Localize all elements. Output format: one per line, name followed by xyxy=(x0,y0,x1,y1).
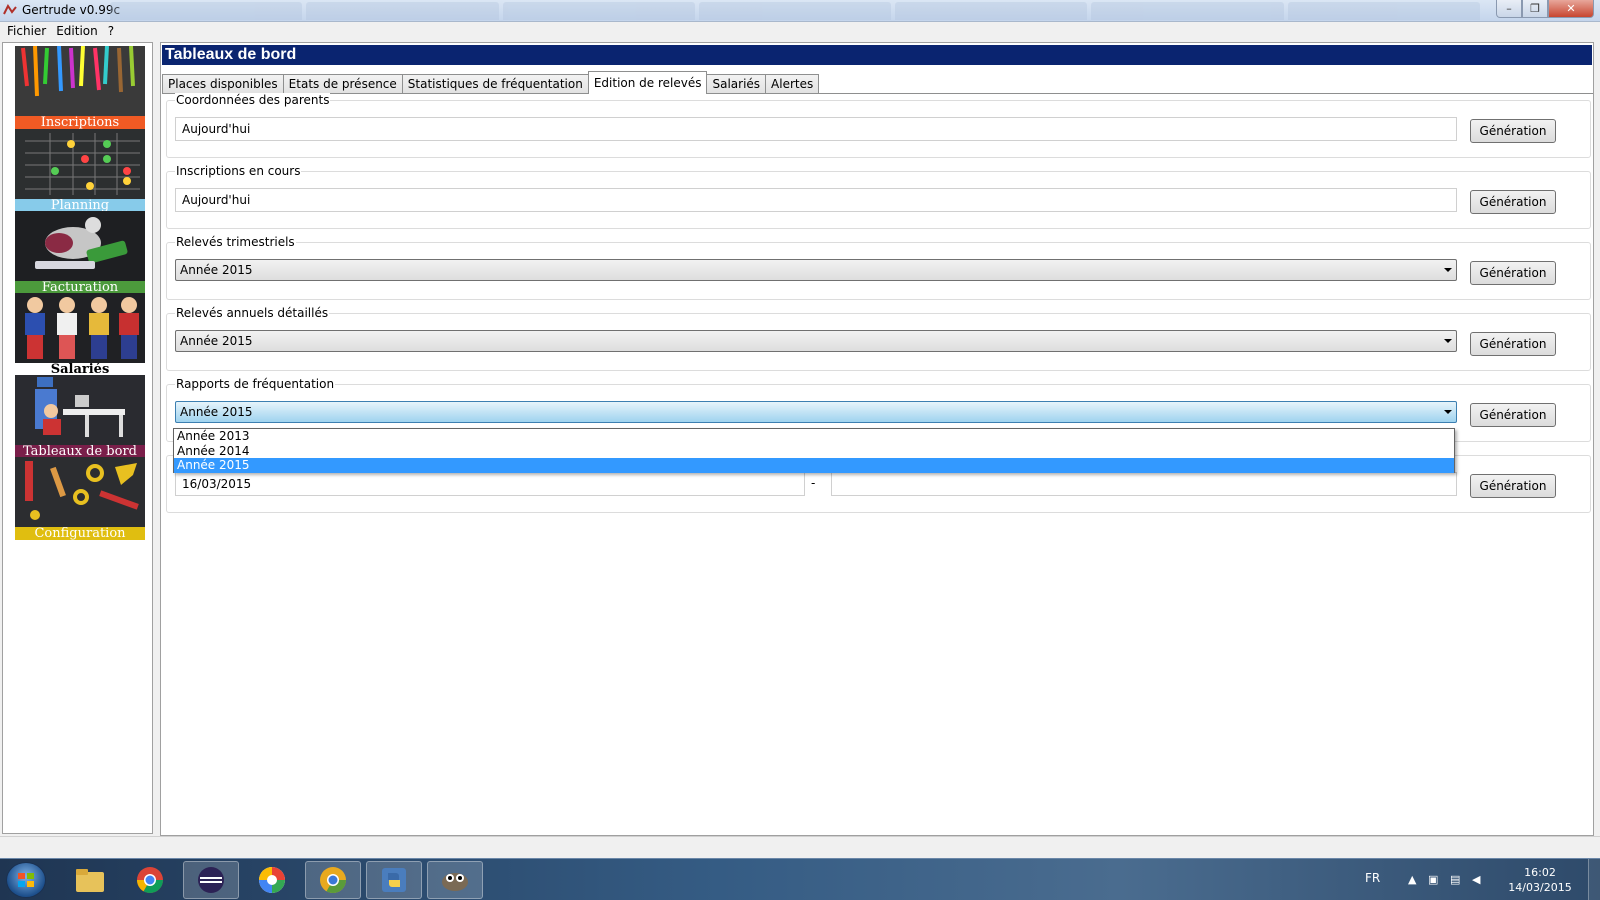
picasa-icon xyxy=(259,867,285,893)
tab-bar: Places disponibles Etats de présence Sta… xyxy=(162,71,820,94)
section-title: Rapports de fréquentation xyxy=(175,377,336,391)
window-controls: – ❐ ✕ xyxy=(1496,0,1594,18)
planning-board-icon xyxy=(15,129,145,199)
piggy-calculator-icon xyxy=(15,211,145,281)
eclipse-icon xyxy=(198,867,224,893)
minimize-button[interactable]: – xyxy=(1496,0,1522,18)
dropdown-option[interactable]: Année 2013 xyxy=(174,429,1454,444)
python-icon xyxy=(382,868,406,892)
menu-fichier[interactable]: Fichier xyxy=(2,22,51,41)
sidebar-item-label: Configuration xyxy=(15,527,145,540)
section-title: Relevés annuels détaillés xyxy=(175,306,330,320)
staff-figures-icon xyxy=(15,293,145,363)
generation-button-parents[interactable]: Génération xyxy=(1470,119,1556,143)
menu-help[interactable]: ? xyxy=(103,22,119,41)
taskbar-app-picasa[interactable] xyxy=(244,861,300,899)
chevron-down-icon xyxy=(1444,268,1452,272)
sidebar: Inscriptions Planning Facturation Salari… xyxy=(2,42,153,834)
folder-icon xyxy=(76,869,104,892)
section-title: Relevés trimestriels xyxy=(175,235,296,249)
chrome-canary-icon xyxy=(320,867,347,894)
gimp-icon xyxy=(442,873,468,891)
close-button[interactable]: ✕ xyxy=(1548,0,1594,18)
maximize-button[interactable]: ❐ xyxy=(1522,0,1548,18)
sidebar-item-facturation[interactable]: Facturation xyxy=(15,211,145,294)
tab-edition-de-releves[interactable]: Edition de relevés xyxy=(587,71,708,94)
pencils-icon xyxy=(15,46,145,116)
section-coordonnees-parents: Coordonnées des parents Aujourd'hui Géné… xyxy=(166,93,1591,158)
menu-edition[interactable]: Edition xyxy=(51,22,103,41)
tab-etats-de-presence[interactable]: Etats de présence xyxy=(282,74,403,94)
desk-dashboard-icon xyxy=(15,375,145,445)
usb-icon[interactable]: ▣ xyxy=(1428,873,1440,886)
taskbar-app-eclipse[interactable] xyxy=(183,861,239,899)
generation-button-trimestriels[interactable]: Génération xyxy=(1470,261,1556,285)
generation-button-inscriptions[interactable]: Génération xyxy=(1470,190,1556,214)
window-title: Gertrude v0.99c xyxy=(22,3,121,17)
tab-statistiques[interactable]: Statistiques de fréquentation xyxy=(401,74,589,94)
section-inscriptions-en-cours: Inscriptions en cours Aujourd'hui Généra… xyxy=(166,164,1591,229)
system-tray: FR ▲ ▣ ▤ ◀ 16:02 14/03/2015 xyxy=(1340,859,1600,900)
section-title: Inscriptions en cours xyxy=(175,164,302,178)
generation-button-rapports[interactable]: Génération xyxy=(1470,403,1556,427)
sidebar-item-label: Inscriptions xyxy=(15,116,145,129)
chevron-down-icon xyxy=(1444,410,1452,414)
clock-date: 14/03/2015 xyxy=(1508,881,1572,894)
annuels-year-select[interactable]: Année 2015 xyxy=(175,330,1457,352)
sidebar-item-salaries[interactable]: Salariés xyxy=(15,293,145,376)
chevron-down-icon xyxy=(1444,339,1452,343)
section-releves-trimestriels: Relevés trimestriels Année 2015 Générati… xyxy=(166,235,1591,300)
windows-icon xyxy=(18,873,35,888)
sidebar-item-configuration[interactable]: Configuration xyxy=(15,457,145,540)
status-bar xyxy=(0,836,1600,858)
taskbar-app-gimp[interactable] xyxy=(427,861,483,899)
title-bar: Gertrude v0.99c – ❐ ✕ xyxy=(0,0,1600,22)
end-date-field[interactable] xyxy=(831,472,1457,496)
parents-date-field[interactable]: Aujourd'hui xyxy=(175,117,1457,141)
clock[interactable]: 16:02 14/03/2015 xyxy=(1505,865,1575,895)
dropdown-option-selected[interactable]: Année 2015 xyxy=(174,458,1454,473)
taskbar-app-chrome[interactable] xyxy=(122,861,178,899)
restore-icon: ❐ xyxy=(1530,2,1540,15)
chrome-icon xyxy=(136,867,164,894)
generation-button-annuels[interactable]: Génération xyxy=(1470,332,1556,356)
trimestriels-year-select[interactable]: Année 2015 xyxy=(175,259,1457,281)
dropdown-option[interactable]: Année 2014 xyxy=(174,444,1454,459)
inscriptions-date-field[interactable]: Aujourd'hui xyxy=(175,188,1457,212)
date-separator: - xyxy=(811,476,816,490)
menu-bar: Fichier Edition ? xyxy=(0,22,1600,41)
taskbar: FR ▲ ▣ ▤ ◀ 16:02 14/03/2015 xyxy=(0,858,1600,900)
start-button[interactable] xyxy=(6,862,46,898)
year-dropdown-list: Année 2013 Année 2014 Année 2015 xyxy=(173,428,1455,473)
taskbar-app-python[interactable] xyxy=(366,861,422,899)
generation-button-dates[interactable]: Génération xyxy=(1470,474,1556,498)
minimize-icon: – xyxy=(1506,2,1512,15)
sidebar-item-tableaux-de-bord[interactable]: Tableaux de bord xyxy=(15,375,145,458)
tab-salaries[interactable]: Salariés xyxy=(706,74,767,94)
show-desktop-button[interactable] xyxy=(1588,859,1600,900)
section-releves-annuels: Relevés annuels détaillés Année 2015 Gén… xyxy=(166,306,1591,371)
tab-alertes[interactable]: Alertes xyxy=(765,74,820,94)
select-value: Année 2015 xyxy=(180,334,253,348)
tools-icon xyxy=(15,457,145,527)
background-taskbar-ghosts xyxy=(110,2,1480,20)
page-title: Tableaux de bord xyxy=(162,45,1592,65)
taskbar-app-explorer[interactable] xyxy=(62,861,118,899)
volume-icon[interactable]: ◀ xyxy=(1472,873,1484,886)
sidebar-item-inscriptions[interactable]: Inscriptions xyxy=(15,46,145,129)
start-date-field[interactable]: 16/03/2015 xyxy=(175,472,805,496)
section-title: Coordonnées des parents xyxy=(175,93,331,107)
network-icon[interactable]: ▤ xyxy=(1450,873,1462,886)
sidebar-item-planning[interactable]: Planning xyxy=(15,129,145,212)
rapports-year-select[interactable]: Année 2015 xyxy=(175,401,1457,423)
taskbar-app-chrome-canary[interactable] xyxy=(305,861,361,899)
clock-time: 16:02 xyxy=(1524,866,1556,879)
close-icon: ✕ xyxy=(1566,2,1576,15)
tab-places-disponibles[interactable]: Places disponibles xyxy=(162,74,284,94)
show-hidden-icons-icon[interactable]: ▲ xyxy=(1408,873,1420,886)
select-value: Année 2015 xyxy=(180,263,253,277)
language-indicator[interactable]: FR xyxy=(1365,871,1380,885)
app-icon xyxy=(3,4,17,15)
select-value: Année 2015 xyxy=(180,405,253,419)
